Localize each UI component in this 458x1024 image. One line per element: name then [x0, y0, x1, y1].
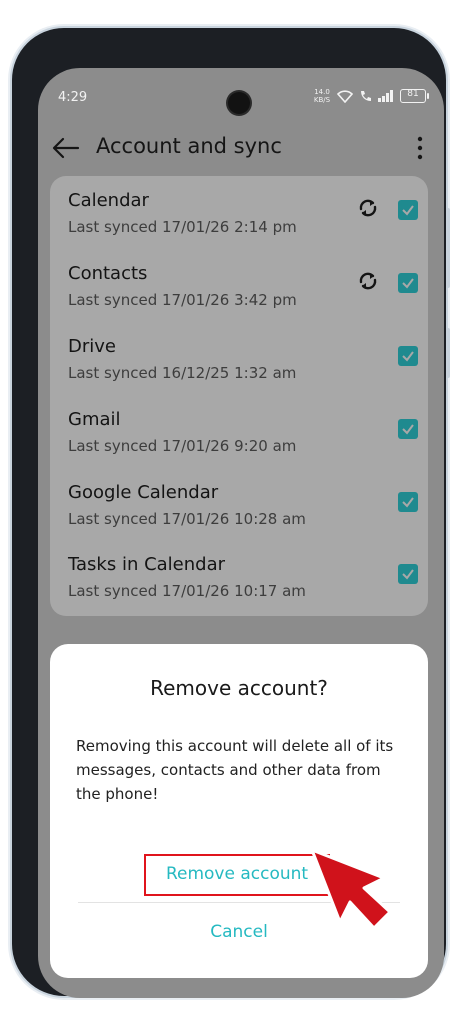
front-camera — [228, 92, 250, 114]
list-item[interactable]: Google Calendar Last synced 17/01/26 10:… — [50, 476, 428, 548]
sync-checkbox[interactable] — [398, 564, 418, 584]
list-item[interactable]: Calendar Last synced 17/01/26 2:14 pm — [50, 184, 428, 256]
last-synced: Last synced 16/12/25 1:32 am — [68, 364, 297, 382]
last-synced: Last synced 17/01/26 10:28 am — [68, 510, 306, 528]
battery-icon: 81 — [400, 89, 429, 103]
sync-list: Calendar Last synced 17/01/26 2:14 pm Co… — [50, 176, 428, 616]
account-name: Google Calendar — [68, 482, 219, 503]
sync-icon[interactable] — [356, 196, 380, 220]
more-options-button[interactable] — [412, 132, 428, 164]
list-item[interactable]: Drive Last synced 16/12/25 1:32 am — [50, 330, 428, 402]
sync-checkbox[interactable] — [398, 492, 418, 512]
list-item[interactable]: Tasks in Calendar Last synced 17/01/26 1… — [50, 548, 428, 620]
pointer-arrow-icon — [310, 848, 392, 930]
volume-button — [446, 208, 450, 288]
back-arrow-icon — [52, 137, 80, 159]
list-item[interactable]: Gmail Last synced 17/01/26 9:20 am — [50, 403, 428, 475]
status-icons: 14.0 KB/S 81 — [313, 88, 429, 104]
check-icon — [402, 569, 414, 580]
wifi-icon — [337, 89, 353, 103]
dialog-message: Removing this account will delete all of… — [76, 737, 394, 803]
more-vert-icon — [417, 136, 423, 160]
last-synced: Last synced 17/01/26 2:14 pm — [68, 218, 297, 236]
account-name: Drive — [68, 336, 116, 357]
sync-checkbox[interactable] — [398, 419, 418, 439]
account-name: Contacts — [68, 263, 148, 284]
check-icon — [402, 205, 414, 216]
app-bar: Account and sync — [38, 126, 444, 170]
check-icon — [402, 424, 414, 435]
list-item[interactable]: Contacts Last synced 17/01/26 3:42 pm — [50, 257, 428, 329]
sync-checkbox[interactable] — [398, 346, 418, 366]
battery-level: 81 — [407, 89, 419, 99]
check-icon — [402, 351, 414, 362]
sync-icon[interactable] — [356, 269, 380, 293]
net-speed: 14.0 KB/S — [313, 88, 331, 104]
page-title: Account and sync — [96, 134, 282, 158]
signal-icon — [378, 90, 393, 102]
check-icon — [402, 278, 414, 289]
sync-checkbox[interactable] — [398, 200, 418, 220]
last-synced: Last synced 17/01/26 10:17 am — [68, 582, 306, 600]
back-button[interactable] — [50, 132, 82, 164]
account-name: Calendar — [68, 190, 149, 211]
status-time: 4:29 — [58, 90, 88, 105]
call-icon — [361, 90, 371, 101]
status-bar: 4:29 14.0 KB/S 81 — [38, 68, 444, 124]
last-synced: Last synced 17/01/26 9:20 am — [68, 437, 297, 455]
account-name: Gmail — [68, 409, 121, 430]
sync-checkbox[interactable] — [398, 273, 418, 293]
power-button — [446, 328, 450, 378]
account-name: Tasks in Calendar — [68, 554, 226, 575]
last-synced: Last synced 17/01/26 3:42 pm — [68, 291, 297, 309]
check-icon — [402, 497, 414, 508]
dialog-title: Remove account? — [150, 676, 328, 700]
